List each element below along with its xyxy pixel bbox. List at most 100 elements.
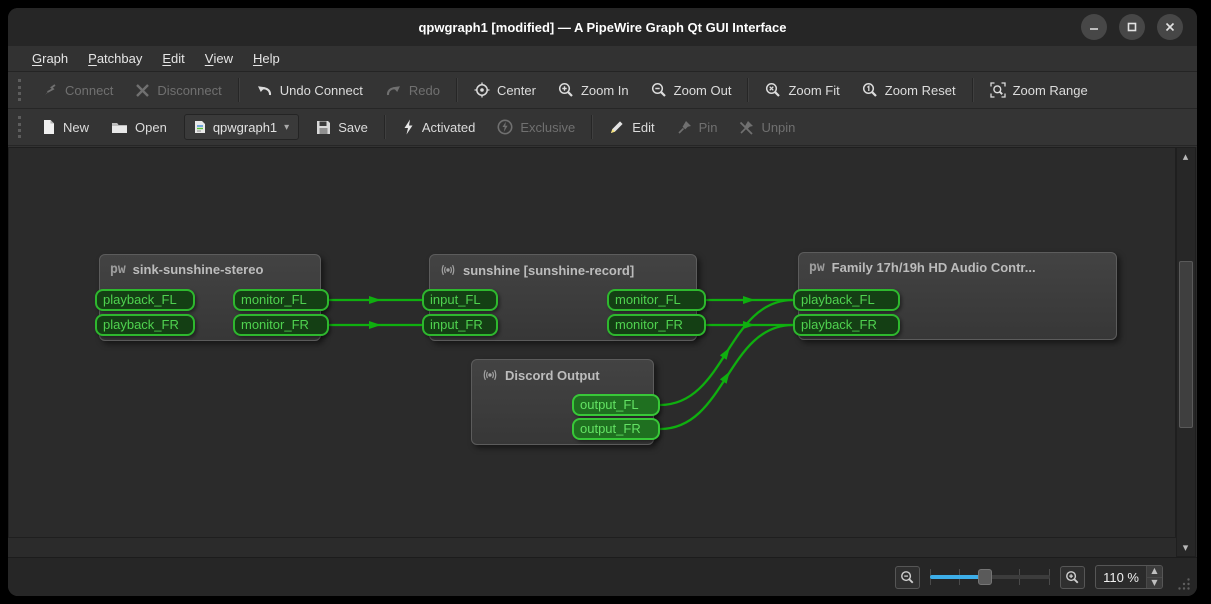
window-controls: [1081, 14, 1183, 40]
scroll-down-icon[interactable]: ▾: [1177, 539, 1194, 556]
patchbay-file-icon: [194, 120, 206, 134]
zoom-in-button[interactable]: Zoom In: [547, 76, 640, 104]
zoom-slider-handle[interactable]: [978, 569, 992, 585]
port-input-fr[interactable]: input_FR: [422, 314, 498, 336]
minimize-icon: [1089, 22, 1099, 32]
minimize-button[interactable]: [1081, 14, 1107, 40]
unpin-button[interactable]: Unpin: [728, 113, 806, 141]
zoom-out-label: Zoom Out: [674, 83, 732, 98]
zoom-fit-label: Zoom Fit: [788, 83, 839, 98]
resize-grip[interactable]: [1177, 577, 1191, 591]
statusbar-zoom-in-button[interactable]: [1060, 566, 1085, 589]
zoom-in-label: Zoom In: [581, 83, 629, 98]
redo-icon: [385, 83, 402, 98]
menu-view[interactable]: View: [195, 46, 243, 72]
patchbay-select[interactable]: qpwgraph1 ▾: [184, 114, 299, 140]
toolbar-drag-handle[interactable]: [18, 79, 23, 101]
scroll-up-icon[interactable]: ▴: [1177, 148, 1194, 165]
activated-label: Activated: [422, 120, 475, 135]
close-icon: [1165, 22, 1175, 32]
exclusive-icon: [497, 119, 513, 135]
pin-button[interactable]: Pin: [666, 113, 729, 141]
zoom-value: 110 %: [1096, 570, 1146, 585]
zoom-reset-icon: [862, 82, 878, 98]
port-playback-fr[interactable]: playback_FR: [793, 314, 900, 336]
pin-icon: [677, 120, 692, 135]
port-playback-fl[interactable]: playback_FL: [793, 289, 900, 311]
activated-bolt-icon: [402, 119, 415, 135]
save-label: Save: [338, 120, 368, 135]
toolbar-drag-handle[interactable]: [18, 116, 23, 138]
node-title: sink-sunshine-stereo: [133, 262, 264, 277]
node-header: pw Family 17h/19h HD Audio Contr...: [799, 253, 1116, 282]
audio-record-icon: [440, 262, 456, 278]
zoom-out-button[interactable]: Zoom Out: [640, 76, 743, 104]
audio-record-icon: [482, 367, 498, 383]
toolbar-separator: [384, 115, 386, 139]
menu-patchbay[interactable]: Patchbay: [78, 46, 152, 72]
zoom-range-label: Zoom Range: [1013, 83, 1088, 98]
zoom-slider[interactable]: [930, 567, 1050, 587]
open-button[interactable]: Open: [100, 113, 178, 141]
exclusive-label: Exclusive: [520, 120, 575, 135]
disconnect-icon: [135, 83, 150, 98]
edit-pencil-icon: [609, 119, 625, 135]
connect-icon: [42, 82, 58, 98]
close-button[interactable]: [1157, 14, 1183, 40]
redo-button[interactable]: Redo: [374, 76, 451, 104]
port-input-fl[interactable]: input_FL: [422, 289, 498, 311]
chevron-down-icon: ▾: [284, 122, 289, 133]
maximize-icon: [1127, 22, 1137, 32]
center-button[interactable]: Center: [463, 76, 547, 104]
toolbar-separator: [456, 78, 458, 102]
port-playback-fl[interactable]: playback_FL: [95, 289, 195, 311]
graph-toolbar: Connect Disconnect Undo Connect Redo Cen…: [8, 72, 1197, 109]
port-output-fr[interactable]: output_FR: [572, 418, 660, 440]
slider-fill: [930, 575, 982, 579]
port-output-fl[interactable]: output_FL: [572, 394, 660, 416]
maximize-button[interactable]: [1119, 14, 1145, 40]
spin-up-button[interactable]: ▲: [1147, 566, 1162, 577]
port-monitor-fr[interactable]: monitor_FR: [233, 314, 329, 336]
zoom-reset-button[interactable]: Zoom Reset: [851, 76, 967, 104]
zoom-fit-button[interactable]: Zoom Fit: [754, 76, 850, 104]
new-button[interactable]: New: [31, 113, 100, 141]
vertical-scrollbar[interactable]: ▴ ▾: [1176, 147, 1196, 557]
menu-edit[interactable]: Edit: [152, 46, 194, 72]
toolbar-separator: [591, 115, 593, 139]
statusbar-zoom-out-button[interactable]: [895, 566, 920, 589]
graph-canvas[interactable]: pw sink-sunshine-stereo playback_FL play…: [8, 147, 1176, 538]
connection-wires: [9, 148, 1176, 538]
undo-connect-button[interactable]: Undo Connect: [245, 76, 374, 104]
port-monitor-fr[interactable]: monitor_FR: [607, 314, 706, 336]
exclusive-button[interactable]: Exclusive: [486, 113, 586, 141]
titlebar[interactable]: qpwgraph1 [modified] — A PipeWire Graph …: [8, 8, 1197, 46]
window-title: qpwgraph1 [modified] — A PipeWire Graph …: [418, 20, 786, 35]
zoom-spinbox[interactable]: 110 % ▲ ▼: [1095, 565, 1163, 589]
port-playback-fr[interactable]: playback_FR: [95, 314, 195, 336]
port-monitor-fl[interactable]: monitor_FL: [233, 289, 329, 311]
menu-help[interactable]: Help: [243, 46, 290, 72]
spin-down-button[interactable]: ▼: [1147, 577, 1162, 588]
pin-label: Pin: [699, 120, 718, 135]
vertical-scrollbar-thumb[interactable]: [1179, 261, 1193, 428]
edit-button[interactable]: Edit: [598, 113, 665, 141]
zoom-fit-icon: [765, 82, 781, 98]
activated-button[interactable]: Activated: [391, 113, 486, 141]
new-file-icon: [42, 119, 56, 135]
disconnect-label: Disconnect: [157, 83, 221, 98]
connect-button[interactable]: Connect: [31, 76, 124, 104]
disconnect-button[interactable]: Disconnect: [124, 76, 232, 104]
open-folder-icon: [111, 120, 128, 135]
zoom-reset-label: Zoom Reset: [885, 83, 956, 98]
zoom-range-icon: [990, 82, 1006, 98]
spinbox-steppers: ▲ ▼: [1146, 566, 1162, 588]
undo-connect-label: Undo Connect: [280, 83, 363, 98]
port-monitor-fl[interactable]: monitor_FL: [607, 289, 706, 311]
zoom-range-button[interactable]: Zoom Range: [979, 76, 1099, 104]
edit-label: Edit: [632, 120, 654, 135]
menu-graph[interactable]: Graph: [22, 46, 78, 72]
save-button[interactable]: Save: [305, 113, 379, 141]
unpin-label: Unpin: [761, 120, 795, 135]
pipewire-icon: pw: [110, 262, 126, 277]
